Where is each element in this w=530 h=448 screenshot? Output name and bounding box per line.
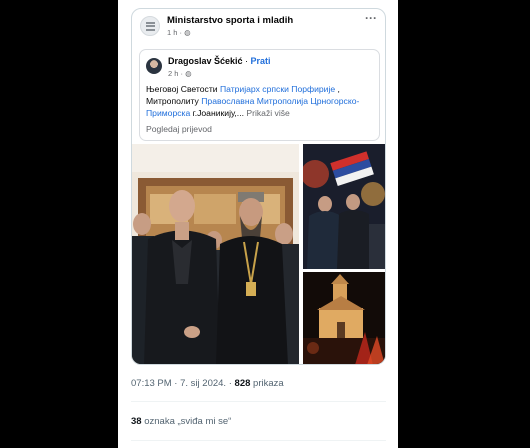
- night-rally-image: [303, 144, 385, 269]
- group-portrait-image: [132, 144, 299, 364]
- see-translation-link[interactable]: Pogledaj prijevod: [146, 124, 212, 134]
- views-count: 828: [234, 378, 251, 389]
- shared-post-meta: 2 h · ◍: [168, 69, 192, 78]
- likes-stat[interactable]: 38 oznaka „sviđa mi se“: [131, 416, 231, 427]
- patriarch-page-link[interactable]: Патријарх српски Порфирије: [220, 84, 335, 94]
- divider: [131, 440, 386, 441]
- likes-label: oznaka „sviđa mi se“: [141, 416, 232, 427]
- photo-night-rally[interactable]: [303, 144, 385, 269]
- more-options-icon[interactable]: ···: [365, 11, 377, 25]
- shared-post-time: 2 h: [168, 69, 179, 78]
- photo-church-night[interactable]: [303, 272, 385, 364]
- page-name[interactable]: Ministarstvo sporta i mladih: [167, 15, 293, 26]
- author-avatar[interactable]: [146, 58, 162, 74]
- timestamp-separator: ·: [226, 378, 235, 389]
- tweet-timestamp: 07:13 PM · 7. sij 2024. · 828 prikaza: [131, 378, 284, 389]
- page-avatar-icon[interactable]: [140, 16, 160, 36]
- author-separator: ·: [242, 56, 251, 66]
- see-more-link[interactable]: Prikaži više: [246, 108, 289, 118]
- shared-post-card[interactable]: Dragoslav Šćekić · Prati 2 h · ◍ Његовој…: [139, 49, 380, 141]
- text-segment: г.Јоаникију,...: [190, 108, 247, 118]
- author-name[interactable]: Dragoslav Šćekić: [168, 56, 243, 66]
- tweet-date[interactable]: 7. sij 2024.: [180, 378, 226, 389]
- shared-post-author-line: Dragoslav Šćekić · Prati: [168, 56, 271, 66]
- text-segment: Митрополиту: [146, 96, 202, 106]
- post-time: 1 h: [167, 28, 178, 37]
- shared-post-text: Његовој Светости Патријарх српски Порфир…: [146, 83, 378, 119]
- screenshot-frame: Ministarstvo sporta i mladih 1 h · ◍ ···…: [0, 0, 530, 448]
- tweet-panel: Ministarstvo sporta i mladih 1 h · ◍ ···…: [118, 0, 398, 448]
- text-segment: Његовој Светости: [146, 84, 220, 94]
- photo-group-portrait[interactable]: [132, 144, 299, 364]
- globe-icon: ◍: [184, 28, 191, 37]
- likes-count: 38: [131, 416, 142, 427]
- follow-button[interactable]: Prati: [251, 56, 271, 66]
- church-night-image: [303, 272, 385, 364]
- divider: [131, 401, 386, 402]
- text-segment: ,: [335, 84, 340, 94]
- views-label: prikaza: [250, 378, 284, 389]
- globe-icon: ◍: [185, 69, 192, 78]
- tweet-time[interactable]: 07:13 PM: [131, 378, 172, 389]
- embedded-facebook-post[interactable]: Ministarstvo sporta i mladih 1 h · ◍ ···…: [131, 8, 386, 365]
- timestamp-separator: ·: [171, 378, 181, 389]
- page-post-meta: 1 h · ◍: [167, 28, 191, 37]
